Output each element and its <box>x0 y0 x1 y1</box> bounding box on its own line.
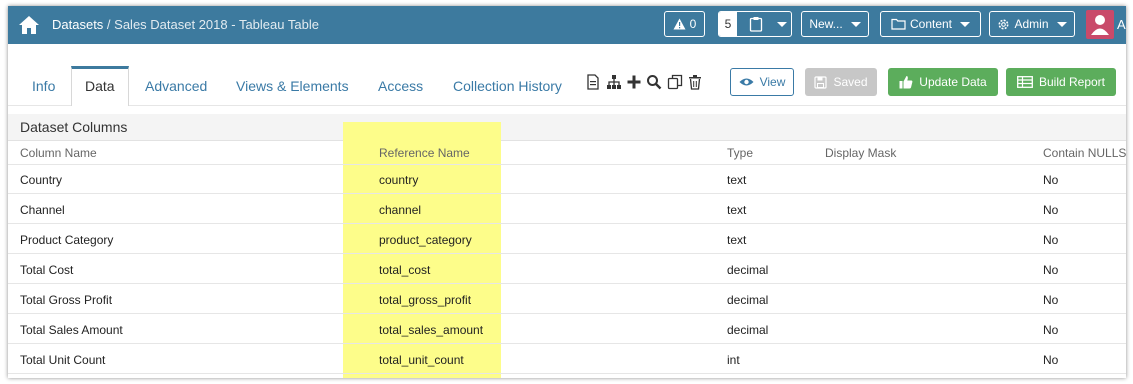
clipboard-icon <box>749 17 763 32</box>
app-window: Datasets / Sales Dataset 2018 - Tableau … <box>8 6 1126 378</box>
cell-column-name: Total Unit Count <box>20 353 106 367</box>
tab-access[interactable]: Access <box>378 78 423 94</box>
cell-type: decimal <box>727 293 769 307</box>
build-report-label: Build Report <box>1038 75 1106 89</box>
cell-reference-name[interactable]: total_sales_amount <box>379 323 483 337</box>
tab-collection-history[interactable]: Collection History <box>453 78 562 94</box>
user-name[interactable]: A <box>1117 17 1126 32</box>
chevron-down-icon <box>850 21 861 27</box>
saved-label: Saved <box>833 75 868 89</box>
folder-icon <box>891 18 906 30</box>
cell-contain-nulls: No <box>1043 353 1059 367</box>
tab-views-elements[interactable]: Views & Elements <box>236 78 349 94</box>
new-menu-button[interactable]: New... <box>801 11 869 37</box>
eye-icon <box>739 78 754 86</box>
section-title: Dataset Columns <box>20 119 128 135</box>
cell-reference-name[interactable]: total_cost <box>379 263 430 277</box>
breadcrumb-current: Sales Dataset 2018 - Tableau Table <box>114 17 319 32</box>
document-icon[interactable] <box>585 74 601 90</box>
chevron-down-icon <box>1056 21 1067 27</box>
cell-contain-nulls: No <box>1043 263 1059 277</box>
alerts-button[interactable]: 0 <box>664 11 705 37</box>
admin-menu-button[interactable]: Admin <box>989 11 1075 37</box>
open-items-button[interactable]: 5 <box>718 11 792 37</box>
update-data-label: Update Data <box>919 75 987 89</box>
table-row[interactable]: Total Gross Profit total_gross_profit de… <box>8 284 1126 314</box>
cell-type: text <box>727 173 747 187</box>
cell-type: decimal <box>727 263 769 277</box>
dataset-columns-header <box>8 114 1126 141</box>
breadcrumb: Datasets / Sales Dataset 2018 - Tableau … <box>52 17 319 32</box>
cell-column-name: Channel <box>20 203 65 217</box>
tab-row: Info Data Advanced Views & Elements Acce… <box>8 44 1126 106</box>
content-label: Content <box>909 17 953 31</box>
breadcrumb-datasets-link[interactable]: Datasets <box>52 17 103 32</box>
cell-contain-nulls: No <box>1043 293 1059 307</box>
cell-reference-name[interactable]: channel <box>379 203 421 217</box>
chevron-down-icon <box>777 21 787 27</box>
cell-type: text <box>727 233 747 247</box>
cell-type: decimal <box>727 323 769 337</box>
cell-type: text <box>727 203 747 217</box>
tab-advanced[interactable]: Advanced <box>145 78 207 94</box>
cell-column-name: Product Category <box>20 233 114 247</box>
cell-column-name: Total Cost <box>20 263 74 277</box>
column-header-row <box>8 140 1126 165</box>
content-menu-button[interactable]: Content <box>880 11 981 37</box>
tab-data[interactable]: Data <box>85 78 115 94</box>
admin-label: Admin <box>1014 17 1049 31</box>
alerts-count: 0 <box>689 17 697 31</box>
cell-column-name: Total Gross Profit <box>20 293 113 307</box>
update-data-button[interactable]: Update Data <box>888 68 998 96</box>
cell-contain-nulls: No <box>1043 323 1059 337</box>
trash-icon[interactable] <box>687 74 703 90</box>
user-avatar[interactable] <box>1086 10 1114 39</box>
cell-type: int <box>727 353 740 367</box>
table-icon <box>1017 76 1033 88</box>
copy-icon[interactable] <box>667 74 683 90</box>
table-row[interactable]: Country country text No <box>8 164 1126 194</box>
table-row[interactable]: Total Sales Amount total_sales_amount de… <box>8 314 1126 344</box>
table-row[interactable]: Channel channel text No <box>8 194 1126 224</box>
saved-button[interactable]: Saved <box>805 68 877 96</box>
cell-column-name: Total Sales Amount <box>20 323 123 337</box>
cell-contain-nulls: No <box>1043 203 1059 217</box>
cell-reference-name[interactable]: total_unit_count <box>379 353 464 367</box>
thumbs-up-icon <box>899 76 913 89</box>
sitemap-icon[interactable] <box>606 74 622 90</box>
view-button[interactable]: View <box>730 68 794 96</box>
top-bar: Datasets / Sales Dataset 2018 - Tableau … <box>8 6 1126 44</box>
cell-reference-name[interactable]: product_category <box>379 233 472 247</box>
build-report-button[interactable]: Build Report <box>1006 68 1116 96</box>
open-items-count: 5 <box>719 12 737 36</box>
chevron-down-icon <box>960 21 971 27</box>
home-icon[interactable] <box>18 15 40 35</box>
breadcrumb-separator: / <box>103 17 115 32</box>
table-row[interactable]: Product Category product_category text N… <box>8 224 1126 254</box>
cell-contain-nulls: No <box>1043 233 1059 247</box>
plus-icon[interactable] <box>626 74 642 90</box>
search-icon[interactable] <box>646 74 662 90</box>
cell-reference-name[interactable]: total_gross_profit <box>379 293 471 307</box>
new-label: New... <box>809 17 843 31</box>
warning-icon <box>673 18 686 30</box>
cell-reference-name[interactable]: country <box>379 173 418 187</box>
view-label: View <box>759 75 786 89</box>
table-row[interactable]: Total Cost total_cost decimal No <box>8 254 1126 284</box>
gear-icon <box>998 19 1009 29</box>
table-row[interactable]: Total Unit Count total_unit_count int No <box>8 344 1126 374</box>
cell-column-name: Country <box>20 173 63 187</box>
cell-contain-nulls: No <box>1043 173 1059 187</box>
floppy-disk-icon <box>814 75 828 89</box>
tab-info[interactable]: Info <box>32 78 55 94</box>
user-icon <box>1091 15 1109 35</box>
